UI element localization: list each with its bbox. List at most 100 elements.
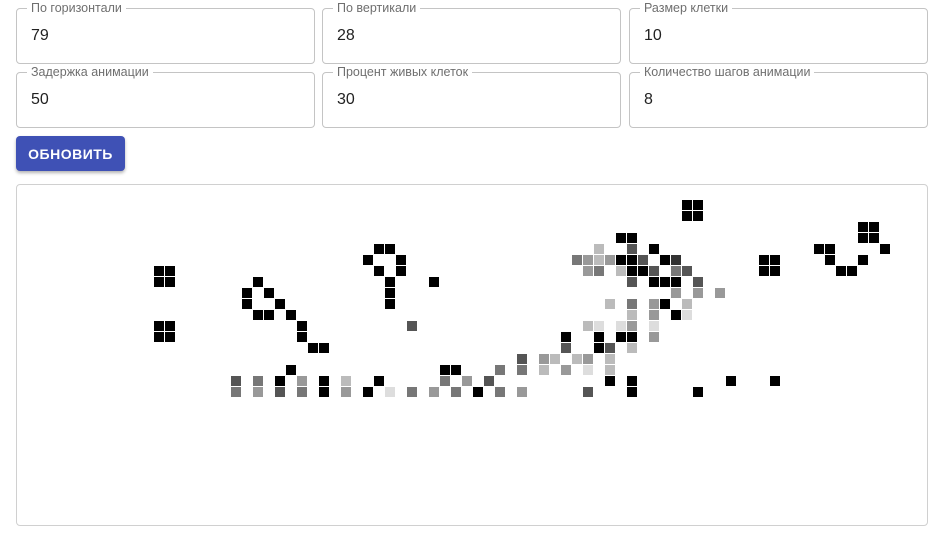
live-cell[interactable]	[242, 288, 252, 298]
live-cell[interactable]	[429, 277, 439, 287]
live-cell[interactable]	[165, 332, 175, 342]
live-cell[interactable]	[286, 310, 296, 320]
live-cell[interactable]	[726, 376, 736, 386]
live-cell[interactable]	[759, 266, 769, 276]
cell-size-input[interactable]	[630, 9, 927, 63]
live-cell[interactable]	[407, 321, 417, 331]
live-cell[interactable]	[407, 387, 417, 397]
live-cell[interactable]	[649, 277, 659, 287]
live-cell[interactable]	[594, 244, 604, 254]
live-cell[interactable]	[319, 376, 329, 386]
live-cell[interactable]	[770, 255, 780, 265]
live-cell[interactable]	[682, 299, 692, 309]
live-cell[interactable]	[627, 255, 637, 265]
live-cell[interactable]	[297, 387, 307, 397]
live-cell[interactable]	[660, 299, 670, 309]
live-cell[interactable]	[572, 255, 582, 265]
live-cell[interactable]	[440, 376, 450, 386]
live-cell[interactable]	[649, 310, 659, 320]
live-cell[interactable]	[616, 255, 626, 265]
animation-steps-field[interactable]: Количество шагов анимации	[629, 65, 928, 128]
live-cell[interactable]	[858, 233, 868, 243]
live-cell[interactable]	[242, 299, 252, 309]
live-cell[interactable]	[671, 255, 681, 265]
live-cell[interactable]	[682, 200, 692, 210]
live-cell[interactable]	[682, 266, 692, 276]
live-cell[interactable]	[495, 365, 505, 375]
live-cell[interactable]	[440, 365, 450, 375]
refresh-button[interactable]: ОБНОВИТЬ	[16, 136, 125, 171]
horizontal-input[interactable]	[17, 9, 314, 63]
animation-steps-input[interactable]	[630, 73, 927, 127]
live-cell[interactable]	[374, 244, 384, 254]
live-cell[interactable]	[869, 233, 879, 243]
live-cell[interactable]	[253, 387, 263, 397]
cell-size-field[interactable]: Размер клетки	[629, 1, 928, 64]
live-cell[interactable]	[297, 321, 307, 331]
live-cell[interactable]	[154, 266, 164, 276]
live-cell[interactable]	[605, 255, 615, 265]
live-cell[interactable]	[649, 299, 659, 309]
live-cell[interactable]	[385, 277, 395, 287]
live-cell[interactable]	[374, 266, 384, 276]
live-cell[interactable]	[517, 365, 527, 375]
live-cell[interactable]	[825, 244, 835, 254]
live-cell[interactable]	[319, 343, 329, 353]
live-cell[interactable]	[583, 266, 593, 276]
live-cell[interactable]	[605, 365, 615, 375]
live-cell[interactable]	[825, 255, 835, 265]
live-cell[interactable]	[341, 387, 351, 397]
live-cell[interactable]	[649, 321, 659, 331]
live-cell[interactable]	[627, 277, 637, 287]
live-cell[interactable]	[594, 343, 604, 353]
live-cell[interactable]	[638, 266, 648, 276]
live-cell[interactable]	[550, 354, 560, 364]
live-cell[interactable]	[627, 233, 637, 243]
live-cell[interactable]	[627, 387, 637, 397]
live-cell[interactable]	[264, 288, 274, 298]
live-cell[interactable]	[583, 365, 593, 375]
live-cell[interactable]	[671, 277, 681, 287]
live-cell[interactable]	[715, 288, 725, 298]
alive-percent-input[interactable]	[323, 73, 620, 127]
live-cell[interactable]	[671, 266, 681, 276]
live-cell[interactable]	[869, 222, 879, 232]
live-cell[interactable]	[583, 321, 593, 331]
live-cell[interactable]	[693, 211, 703, 221]
live-cell[interactable]	[814, 244, 824, 254]
live-cell[interactable]	[275, 376, 285, 386]
live-cell[interactable]	[561, 343, 571, 353]
live-cell[interactable]	[572, 354, 582, 364]
live-cell[interactable]	[231, 387, 241, 397]
live-cell[interactable]	[682, 211, 692, 221]
live-cell[interactable]	[594, 332, 604, 342]
live-cell[interactable]	[770, 266, 780, 276]
live-cell[interactable]	[253, 310, 263, 320]
game-board[interactable]	[16, 184, 928, 526]
live-cell[interactable]	[561, 365, 571, 375]
live-cell[interactable]	[396, 255, 406, 265]
live-cell[interactable]	[561, 332, 571, 342]
live-cell[interactable]	[616, 233, 626, 243]
live-cell[interactable]	[396, 266, 406, 276]
live-cell[interactable]	[429, 387, 439, 397]
live-cell[interactable]	[539, 354, 549, 364]
live-cell[interactable]	[649, 244, 659, 254]
live-cell[interactable]	[759, 255, 769, 265]
live-cell[interactable]	[385, 288, 395, 298]
live-cell[interactable]	[495, 387, 505, 397]
live-cell[interactable]	[627, 310, 637, 320]
live-cell[interactable]	[539, 365, 549, 375]
live-cell[interactable]	[616, 266, 626, 276]
alive-percent-field[interactable]: Процент живых клеток	[322, 65, 621, 128]
live-cell[interactable]	[154, 332, 164, 342]
live-cell[interactable]	[385, 387, 395, 397]
live-cell[interactable]	[627, 332, 637, 342]
vertical-input[interactable]	[323, 9, 620, 63]
live-cell[interactable]	[605, 376, 615, 386]
live-cell[interactable]	[484, 376, 494, 386]
live-cell[interactable]	[253, 376, 263, 386]
live-cell[interactable]	[363, 255, 373, 265]
live-cell[interactable]	[319, 387, 329, 397]
live-cell[interactable]	[297, 376, 307, 386]
